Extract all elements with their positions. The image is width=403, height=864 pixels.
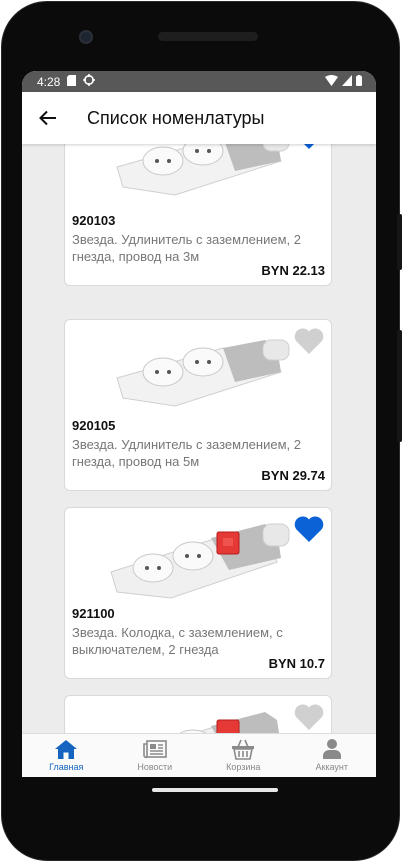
product-price: BYN 10.7 bbox=[268, 656, 325, 671]
product-list[interactable]: 920103 Звезда. Удлинитель с заземлением,… bbox=[22, 144, 376, 734]
favorite-heart-icon[interactable] bbox=[293, 326, 325, 356]
volume-button[interactable] bbox=[397, 214, 402, 270]
nav-news-label: Новости bbox=[137, 762, 173, 772]
debug-icon bbox=[83, 74, 96, 89]
product-card[interactable]: 921100 Звезда. Колодка, с заземлением, с… bbox=[64, 507, 332, 679]
socket-strip-switch-image bbox=[178, 712, 280, 734]
socket-strip-switch-image bbox=[110, 523, 290, 599]
nav-account-label: Аккаунт bbox=[315, 762, 349, 772]
bottom-navigation: Главная Новости Корзина Аккаунт bbox=[22, 733, 376, 777]
basket-icon bbox=[232, 739, 255, 760]
favorite-heart-icon[interactable] bbox=[293, 144, 325, 151]
product-card[interactable]: 920103 Звезда. Удлинитель с заземлением,… bbox=[64, 144, 332, 286]
nav-account[interactable]: Аккаунт bbox=[288, 734, 377, 777]
product-description: Звезда. Удлинитель с заземлением, 2 гнез… bbox=[72, 232, 301, 264]
product-card[interactable] bbox=[64, 695, 332, 734]
product-description: Звезда. Колодка, с заземлением, с выключ… bbox=[72, 625, 283, 657]
product-card[interactable]: 920105 Звезда. Удлинитель с заземлением,… bbox=[64, 319, 332, 491]
nav-cart-label: Корзина bbox=[226, 762, 261, 772]
product-code: 920103 bbox=[72, 213, 116, 228]
product-price: BYN 29.74 bbox=[261, 468, 325, 483]
page-title: Список номенлатуры bbox=[87, 107, 265, 128]
favorite-heart-icon[interactable] bbox=[293, 702, 325, 732]
front-camera bbox=[79, 30, 93, 44]
product-code: 920105 bbox=[72, 418, 116, 433]
status-bar: 4:28 bbox=[22, 71, 376, 92]
back-button[interactable] bbox=[24, 92, 72, 144]
nav-news[interactable]: Новости bbox=[111, 734, 200, 777]
nav-home[interactable]: Главная bbox=[22, 734, 111, 777]
socket-strip-image bbox=[116, 339, 290, 407]
sd-card-icon bbox=[67, 74, 77, 89]
home-icon bbox=[55, 740, 78, 759]
app-bar: Список номенлатуры bbox=[22, 92, 376, 144]
earpiece-speaker bbox=[158, 32, 258, 41]
newspaper-icon bbox=[142, 740, 167, 759]
signal-icon bbox=[342, 75, 352, 89]
product-code: 921100 bbox=[72, 606, 115, 621]
product-description: Звезда. Удлинитель с заземлением, 2 гнез… bbox=[72, 437, 301, 469]
product-price: BYN 22.13 bbox=[261, 263, 325, 278]
home-gesture-bar[interactable] bbox=[152, 788, 278, 792]
nav-cart[interactable]: Корзина bbox=[199, 734, 288, 777]
socket-strip-image bbox=[116, 144, 290, 196]
screen: 4:28 Список номенлатуры 920103 Звезда. У… bbox=[22, 71, 376, 777]
account-icon bbox=[322, 739, 341, 759]
arrow-back-icon bbox=[39, 110, 56, 126]
wifi-icon bbox=[325, 75, 338, 89]
status-time: 4:28 bbox=[37, 74, 61, 89]
battery-icon bbox=[356, 75, 362, 89]
nav-home-label: Главная bbox=[49, 762, 84, 772]
power-button[interactable] bbox=[397, 330, 402, 442]
favorite-heart-icon[interactable] bbox=[293, 514, 325, 544]
